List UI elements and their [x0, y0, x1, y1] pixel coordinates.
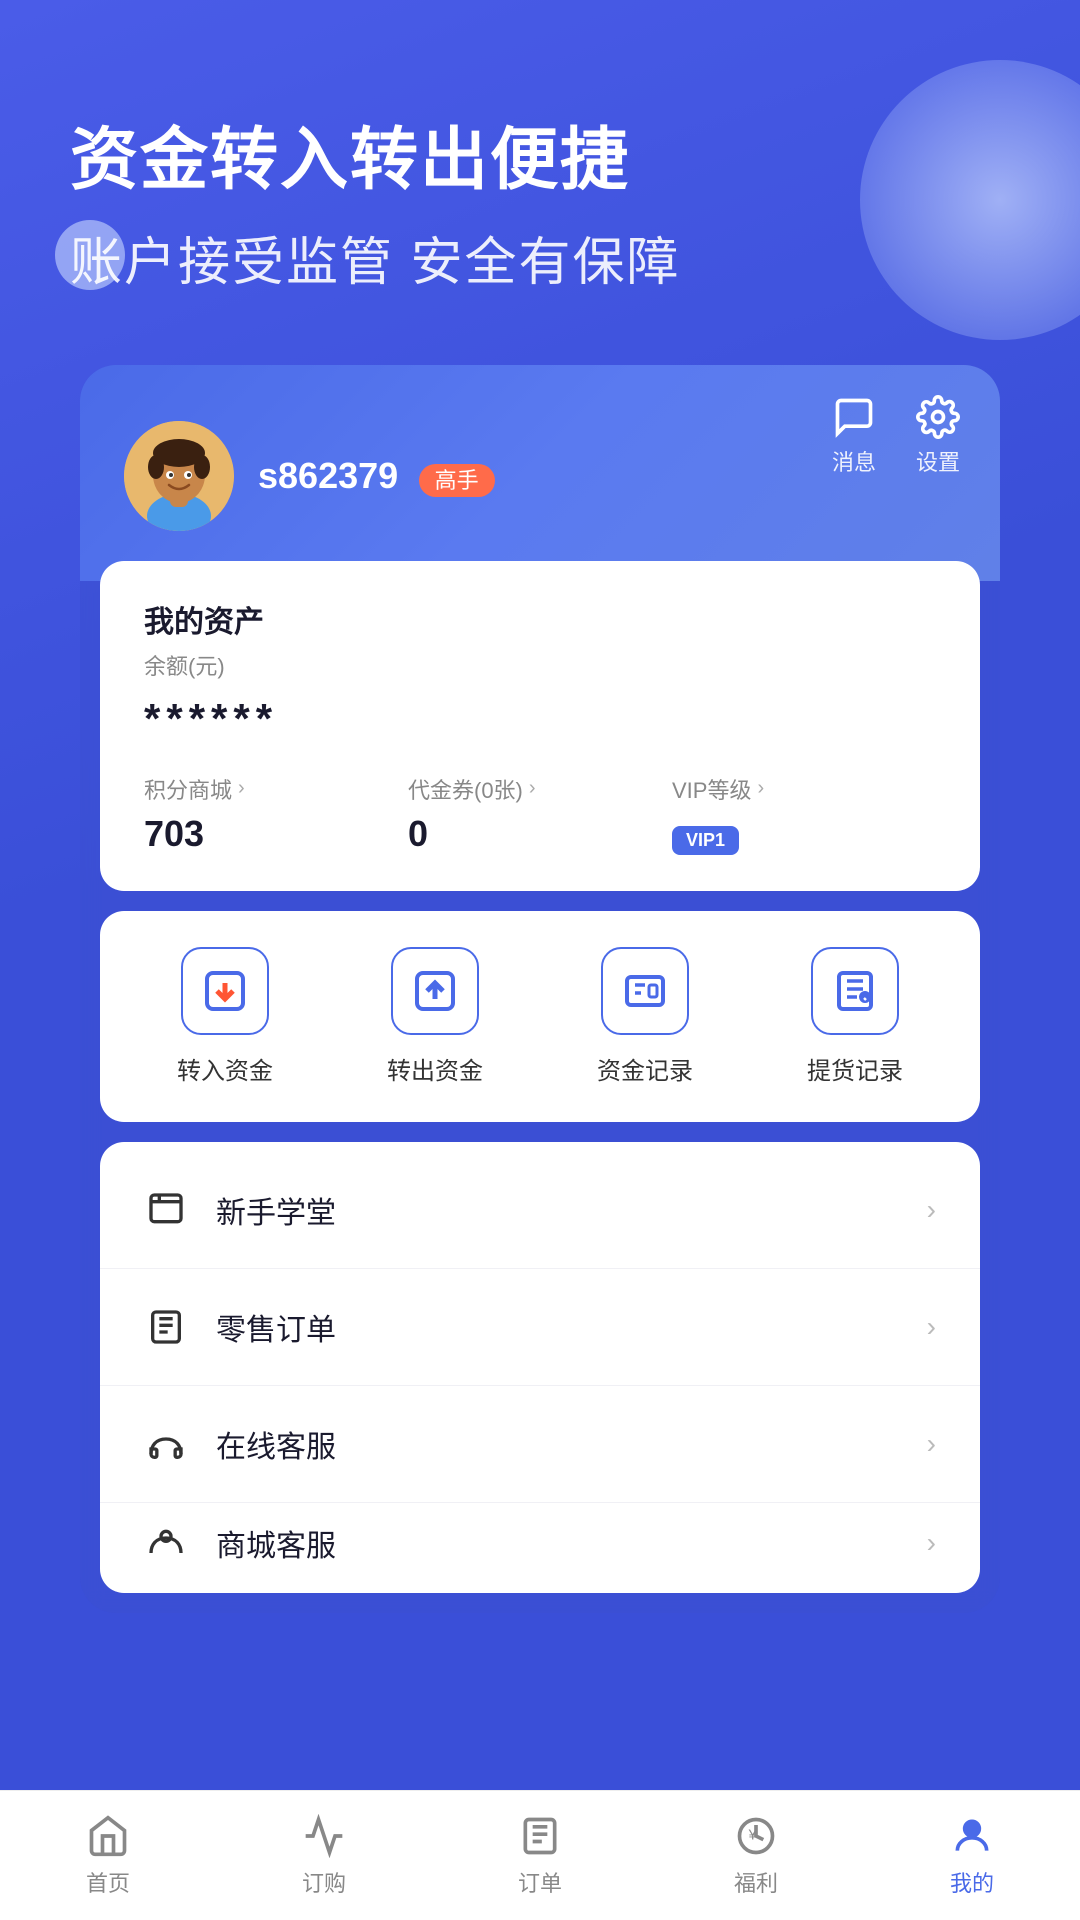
bottom-nav: 首页 订购 订单 ¥ 福利 我的 — [0, 1790, 1080, 1920]
header-title: 资金转入转出便捷 — [70, 120, 1010, 202]
transfer-in-icon — [201, 967, 249, 1015]
fund-records-icon — [621, 967, 669, 1015]
beginner-icon — [144, 1188, 188, 1232]
level-badge: 高手 — [419, 464, 495, 497]
assets-balance-value: ****** — [144, 695, 936, 743]
message-label: 消息 — [832, 445, 876, 477]
vip-badge: VIP1 — [672, 826, 739, 855]
header-section: 资金转入转出便捷 账户接受监管 安全有保障 — [0, 0, 1080, 345]
top-icons-row: 消息 设置 — [832, 395, 960, 477]
transfer-out-icon — [411, 967, 459, 1015]
orders-nav-icon — [518, 1814, 562, 1858]
action-transfer-out[interactable]: 转出资金 — [387, 947, 483, 1086]
svg-text:¥: ¥ — [748, 1827, 758, 1843]
menu-card: 新手学堂 › 零售订单 › — [100, 1142, 980, 1593]
header-subtitle: 账户接受监管 安全有保障 — [70, 220, 1010, 295]
nav-mine-label: 我的 — [950, 1866, 994, 1898]
service-icon — [144, 1422, 188, 1466]
transfer-in-icon-box — [181, 947, 269, 1035]
mall-label: 商城客服 — [216, 1521, 927, 1565]
stat-points-label: 积分商城 › — [144, 773, 408, 805]
message-button[interactable]: 消息 — [832, 395, 876, 477]
stat-points[interactable]: 积分商城 › 703 — [144, 773, 408, 855]
settings-icon — [916, 395, 960, 439]
stat-points-value: 703 — [144, 813, 408, 855]
mall-icon — [144, 1521, 188, 1565]
stat-vouchers[interactable]: 代金券(0张) › 0 — [408, 773, 672, 855]
nav-benefits-label: 福利 — [734, 1866, 778, 1898]
message-icon — [832, 395, 876, 439]
settings-button[interactable]: 设置 — [916, 395, 960, 477]
main-card: 消息 设置 — [80, 365, 1000, 1613]
benefits-nav-icon: ¥ — [734, 1814, 778, 1858]
assets-card: 我的资产 余额(元) ****** 积分商城 › 703 代金券(0张) › 0 — [100, 561, 980, 891]
mine-nav-icon — [950, 1814, 994, 1858]
nav-home-label: 首页 — [86, 1866, 130, 1898]
settings-label: 设置 — [916, 445, 960, 477]
order-nav-icon — [302, 1814, 346, 1858]
assets-stats-row: 积分商城 › 703 代金券(0张) › 0 VIP等级 › — [144, 773, 936, 855]
username: s862379 — [258, 455, 398, 496]
action-fund-records-label: 资金记录 — [597, 1051, 693, 1086]
service-chevron: › — [927, 1428, 936, 1460]
action-transfer-out-label: 转出资金 — [387, 1051, 483, 1086]
service-label: 在线客服 — [216, 1422, 927, 1466]
nav-home[interactable]: 首页 — [0, 1814, 216, 1898]
stat-points-chevron: › — [238, 777, 245, 800]
action-delivery-records-label: 提货记录 — [807, 1051, 903, 1086]
stat-vouchers-chevron: › — [529, 777, 536, 800]
menu-item-retail[interactable]: 零售订单 › — [100, 1269, 980, 1386]
assets-title: 我的资产 — [144, 597, 936, 641]
nav-orders-label: 订单 — [518, 1866, 562, 1898]
user-info: s862379 高手 — [258, 455, 495, 497]
menu-item-service[interactable]: 在线客服 › — [100, 1386, 980, 1503]
stat-vip-chevron: › — [757, 777, 764, 800]
delivery-records-icon-box — [811, 947, 899, 1035]
avatar-image — [124, 421, 234, 531]
assets-balance-label: 余额(元) — [144, 649, 936, 681]
beginner-label: 新手学堂 — [216, 1188, 927, 1232]
retail-icon — [144, 1305, 188, 1349]
menu-item-beginner[interactable]: 新手学堂 › — [100, 1152, 980, 1269]
actions-card: 转入资金 转出资金 — [100, 911, 980, 1122]
nav-benefits[interactable]: ¥ 福利 — [648, 1814, 864, 1898]
nav-mine[interactable]: 我的 — [864, 1814, 1080, 1898]
actions-row: 转入资金 转出资金 — [120, 947, 960, 1086]
home-nav-icon — [86, 1814, 130, 1858]
action-delivery-records[interactable]: 提货记录 — [807, 947, 903, 1086]
nav-order[interactable]: 订购 — [216, 1814, 432, 1898]
delivery-records-icon — [831, 967, 879, 1015]
stat-vip-value: VIP1 — [672, 813, 936, 855]
action-transfer-in[interactable]: 转入资金 — [177, 947, 273, 1086]
retail-label: 零售订单 — [216, 1305, 927, 1349]
stat-vip[interactable]: VIP等级 › VIP1 — [672, 773, 936, 855]
transfer-out-icon-box — [391, 947, 479, 1035]
avatar — [124, 421, 234, 531]
stat-vouchers-value: 0 — [408, 813, 672, 855]
action-transfer-in-label: 转入资金 — [177, 1051, 273, 1086]
menu-item-mall[interactable]: 商城客服 › — [100, 1503, 980, 1583]
nav-orders[interactable]: 订单 — [432, 1814, 648, 1898]
action-fund-records[interactable]: 资金记录 — [597, 947, 693, 1086]
stat-vouchers-label: 代金券(0张) › — [408, 773, 672, 805]
beginner-chevron: › — [927, 1194, 936, 1226]
retail-chevron: › — [927, 1311, 936, 1343]
stat-vip-label: VIP等级 › — [672, 773, 936, 805]
mall-chevron: › — [927, 1527, 936, 1559]
fund-records-icon-box — [601, 947, 689, 1035]
nav-order-label: 订购 — [302, 1866, 346, 1898]
card-top: 消息 设置 — [80, 365, 1000, 581]
